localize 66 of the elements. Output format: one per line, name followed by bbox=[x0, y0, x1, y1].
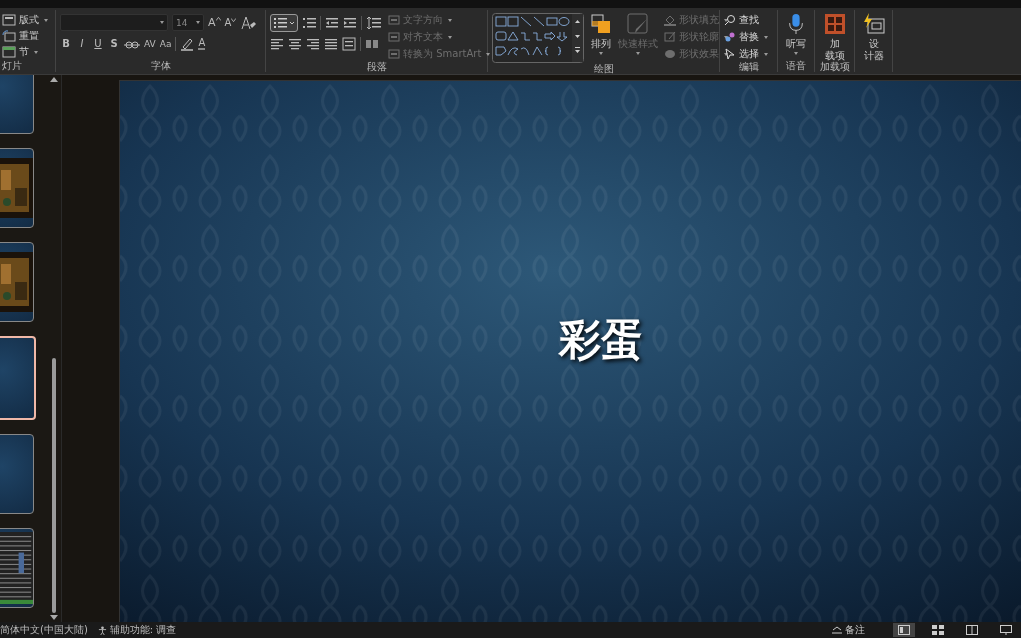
arrange-icon bbox=[590, 13, 612, 35]
dictate-button[interactable]: 听写 bbox=[782, 13, 810, 55]
shrink-font-button[interactable]: A bbox=[224, 17, 237, 28]
format-button[interactable]: I bbox=[76, 38, 88, 49]
slide-title[interactable]: 彩蛋 bbox=[558, 312, 643, 369]
paint-bucket-icon bbox=[664, 14, 676, 26]
highlighter-icon[interactable] bbox=[180, 36, 195, 51]
bullets-icon[interactable] bbox=[270, 13, 298, 32]
accessibility-icon bbox=[97, 625, 107, 635]
font-name-field[interactable] bbox=[60, 14, 168, 31]
section-icon bbox=[2, 46, 16, 58]
ribbon-command[interactable]: 节 bbox=[2, 45, 51, 59]
pen-icon bbox=[664, 31, 676, 43]
group-label: 灯片 bbox=[2, 60, 23, 71]
decrease-indent-icon[interactable] bbox=[325, 15, 339, 30]
font-color-button[interactable]: A bbox=[198, 37, 206, 50]
clear-format-icon[interactable] bbox=[240, 15, 257, 30]
character-spacing-button[interactable]: AV bbox=[144, 38, 156, 49]
smartart-icon bbox=[388, 48, 400, 60]
group-label: 编辑 bbox=[737, 61, 760, 72]
group-label: 语音 bbox=[785, 60, 807, 71]
search-icon bbox=[724, 14, 736, 26]
scroll-thumb[interactable] bbox=[51, 358, 56, 613]
layout-icon bbox=[2, 14, 16, 26]
accessibility-status[interactable]: 辅助功能: 调查 bbox=[97, 623, 177, 637]
line-spacing-icon[interactable] bbox=[366, 15, 382, 30]
reset-icon bbox=[2, 30, 16, 42]
microphone-icon bbox=[786, 13, 806, 35]
normal-view-button[interactable] bbox=[893, 623, 915, 637]
grow-font-button[interactable]: A bbox=[208, 16, 221, 29]
group-label: 字体 bbox=[149, 60, 172, 71]
align-icon[interactable] bbox=[306, 36, 320, 51]
designer-button[interactable]: 设 计器 bbox=[859, 13, 888, 61]
align-icon[interactable] bbox=[324, 36, 338, 51]
notes-button[interactable]: 备注 bbox=[832, 623, 865, 637]
format-button[interactable]: S bbox=[108, 38, 120, 49]
change-case-button[interactable]: Aa bbox=[159, 38, 172, 49]
text-direction-icon bbox=[388, 14, 400, 26]
font-size-field[interactable]: 14 bbox=[172, 14, 204, 31]
cursor-icon bbox=[724, 48, 736, 60]
caret-up-icon bbox=[215, 17, 221, 21]
ribbon-command[interactable]: 重置 bbox=[2, 29, 51, 43]
format-button[interactable]: U bbox=[92, 38, 104, 49]
notes-icon bbox=[832, 626, 842, 634]
group-label: 加载项 bbox=[819, 61, 850, 72]
designer-icon bbox=[862, 13, 885, 35]
distribute-icon[interactable] bbox=[342, 36, 356, 51]
replace-icon bbox=[724, 31, 736, 43]
language-status[interactable]: 简体中文(中国大陆) bbox=[0, 623, 88, 637]
caret-down-icon bbox=[231, 18, 237, 22]
group-label: 段落 bbox=[365, 61, 388, 72]
shapes-gallery-drawing[interactable] bbox=[492, 13, 584, 63]
increase-indent-icon[interactable] bbox=[343, 15, 357, 30]
scroll-up-icon[interactable] bbox=[49, 77, 58, 82]
brush-icon bbox=[627, 13, 649, 35]
add-ins-icon bbox=[823, 13, 846, 35]
effects-icon bbox=[664, 48, 676, 60]
ribbon-command[interactable]: 版式 bbox=[2, 13, 51, 27]
align-text-icon bbox=[388, 31, 400, 43]
align-icon[interactable] bbox=[288, 36, 302, 51]
align-icon[interactable] bbox=[270, 36, 284, 51]
numbering-icon[interactable] bbox=[302, 15, 316, 30]
add-ins-button[interactable]: 加 载项 bbox=[819, 13, 850, 61]
format-button[interactable]: B bbox=[60, 38, 72, 49]
arrange-button[interactable]: 排列 bbox=[590, 13, 612, 55]
group-label: 绘图 bbox=[592, 63, 615, 74]
